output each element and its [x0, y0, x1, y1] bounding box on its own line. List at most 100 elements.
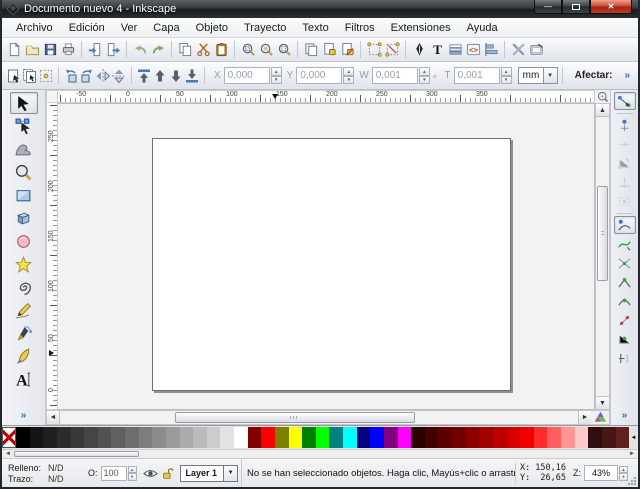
zoom-field[interactable] — [584, 465, 618, 481]
tool-controls-expander[interactable]: » — [620, 70, 634, 81]
fill-stroke-indicator[interactable]: Relleno: N/D Trazo: N/D — [4, 463, 86, 484]
palette-swatch[interactable] — [166, 427, 180, 448]
lower-to-bottom-button[interactable] — [184, 65, 200, 86]
tool-bezier-button[interactable] — [10, 322, 38, 344]
snap-bbox-centers-button[interactable] — [614, 192, 636, 210]
align-dialog-button[interactable] — [483, 40, 499, 59]
palette-scrollbar-track[interactable] — [139, 450, 626, 458]
palette-scrollbar-thumb[interactable] — [14, 451, 139, 457]
snap-bbox-edge-midpoints-button[interactable] — [614, 173, 636, 191]
horizontal-ruler[interactable]: -50050100150200250300350 — [58, 90, 595, 103]
snap-path-intersections-button[interactable] — [614, 254, 636, 272]
layer-dropdown[interactable]: Layer 1 ▼ — [180, 465, 239, 482]
snap-nodes-button[interactable] — [614, 216, 636, 234]
open-button[interactable] — [24, 40, 40, 59]
tool-rectangle-button[interactable] — [10, 184, 38, 206]
paste-button[interactable] — [213, 40, 229, 59]
document-page[interactable] — [152, 138, 511, 391]
fill-stroke-button[interactable] — [411, 40, 427, 59]
palette-swatch[interactable] — [370, 427, 384, 448]
save-button[interactable] — [42, 40, 58, 59]
scroll-right-icon[interactable]: ► — [578, 411, 591, 424]
tool-zoom-button[interactable] — [10, 161, 38, 183]
palette-swatch[interactable] — [248, 427, 262, 448]
opacity-spinner[interactable]: ▲▼ — [128, 466, 137, 481]
layer-visibility-eye-icon[interactable] — [143, 467, 158, 480]
tool-text-button[interactable]: A — [10, 368, 38, 390]
menu-filtros[interactable]: Filtros — [337, 20, 383, 36]
palette-swatch[interactable] — [139, 427, 153, 448]
snap-paths-button[interactable] — [614, 235, 636, 253]
palette-swatch[interactable] — [398, 427, 412, 448]
menu-capa[interactable]: Capa — [145, 20, 187, 36]
menu-archivo[interactable]: Archivo — [8, 20, 61, 36]
undo-button[interactable] — [132, 40, 148, 59]
layers-dialog-button[interactable] — [447, 40, 463, 59]
palette-swatch[interactable] — [302, 427, 316, 448]
palette-swatch[interactable] — [479, 427, 493, 448]
menu-extensiones[interactable]: Extensiones — [383, 20, 459, 36]
print-button[interactable] — [60, 40, 76, 59]
width-spinner[interactable]: ▲▼ — [419, 67, 430, 84]
new-document-button[interactable] — [6, 40, 22, 59]
palette-swatch[interactable] — [411, 427, 425, 448]
y-field[interactable] — [296, 67, 342, 84]
snap-rotation-centers-button[interactable] — [614, 349, 636, 367]
palette-menu-icon[interactable]: ◄ — [629, 427, 638, 448]
group-button[interactable] — [366, 40, 382, 59]
palette-swatch[interactable] — [43, 427, 57, 448]
palette-swatch[interactable] — [384, 427, 398, 448]
palette-swatch[interactable] — [289, 427, 303, 448]
tool-star-button[interactable] — [10, 253, 38, 275]
copy-button[interactable] — [177, 40, 193, 59]
palette-scrollbar[interactable]: ◄ ► — [2, 449, 638, 458]
opacity-field[interactable] — [101, 466, 127, 481]
palette-swatch[interactable] — [71, 427, 85, 448]
cms-toggle-button[interactable] — [591, 411, 609, 424]
height-spinner[interactable]: ▲▼ — [501, 67, 512, 84]
palette-swatch[interactable] — [30, 427, 44, 448]
menu-edicion[interactable]: Edición — [61, 20, 113, 36]
palette-swatch[interactable] — [234, 427, 248, 448]
select-all-button[interactable] — [6, 65, 22, 86]
zoom-corner-button[interactable] — [595, 90, 610, 103]
palette-swatch[interactable] — [561, 427, 575, 448]
raise-to-top-button[interactable] — [136, 65, 152, 86]
palette-swatch[interactable] — [261, 427, 275, 448]
snapbar-expander[interactable]: » — [622, 410, 628, 421]
tool-tweak-button[interactable] — [10, 138, 38, 160]
palette-swatch[interactable] — [452, 427, 466, 448]
lock-ratio-icon[interactable] — [433, 69, 437, 83]
tool-calligraphy-button[interactable] — [10, 345, 38, 367]
width-field[interactable] — [372, 67, 418, 84]
palette-swatch[interactable] — [220, 427, 234, 448]
palette-swatch[interactable] — [316, 427, 330, 448]
tool-selector-button[interactable] — [10, 92, 38, 114]
palette-swatch[interactable] — [588, 427, 602, 448]
snap-smooth-nodes-button[interactable] — [614, 292, 636, 310]
input-devices-button[interactable] — [528, 40, 544, 59]
palette-swatch[interactable] — [547, 427, 561, 448]
palette-swatch[interactable] — [616, 427, 630, 448]
zoom-drawing-button[interactable] — [258, 40, 274, 59]
tool-node-editor-button[interactable] — [10, 115, 38, 137]
palette-swatch[interactable] — [275, 427, 289, 448]
flip-vertical-button[interactable] — [111, 65, 127, 86]
palette-swatch[interactable] — [152, 427, 166, 448]
palette-swatch[interactable] — [493, 427, 507, 448]
zoom-selection-button[interactable] — [240, 40, 256, 59]
scroll-left-icon[interactable]: ◄ — [47, 411, 60, 424]
palette-swatch[interactable] — [438, 427, 452, 448]
resize-grip[interactable] — [627, 476, 637, 486]
unlink-clone-button[interactable] — [339, 40, 355, 59]
palette-swatch[interactable] — [507, 427, 521, 448]
palette-swatch[interactable] — [575, 427, 589, 448]
minimize-button[interactable]: — — [534, 0, 562, 14]
palette-scroll-left-icon[interactable]: ◄ — [2, 450, 14, 458]
snap-enable-button[interactable] — [614, 92, 636, 110]
ungroup-button[interactable] — [384, 40, 400, 59]
x-spinner[interactable]: ▲▼ — [271, 67, 282, 84]
preferences-button[interactable] — [510, 40, 526, 59]
cut-button[interactable] — [195, 40, 211, 59]
palette-swatch[interactable] — [84, 427, 98, 448]
